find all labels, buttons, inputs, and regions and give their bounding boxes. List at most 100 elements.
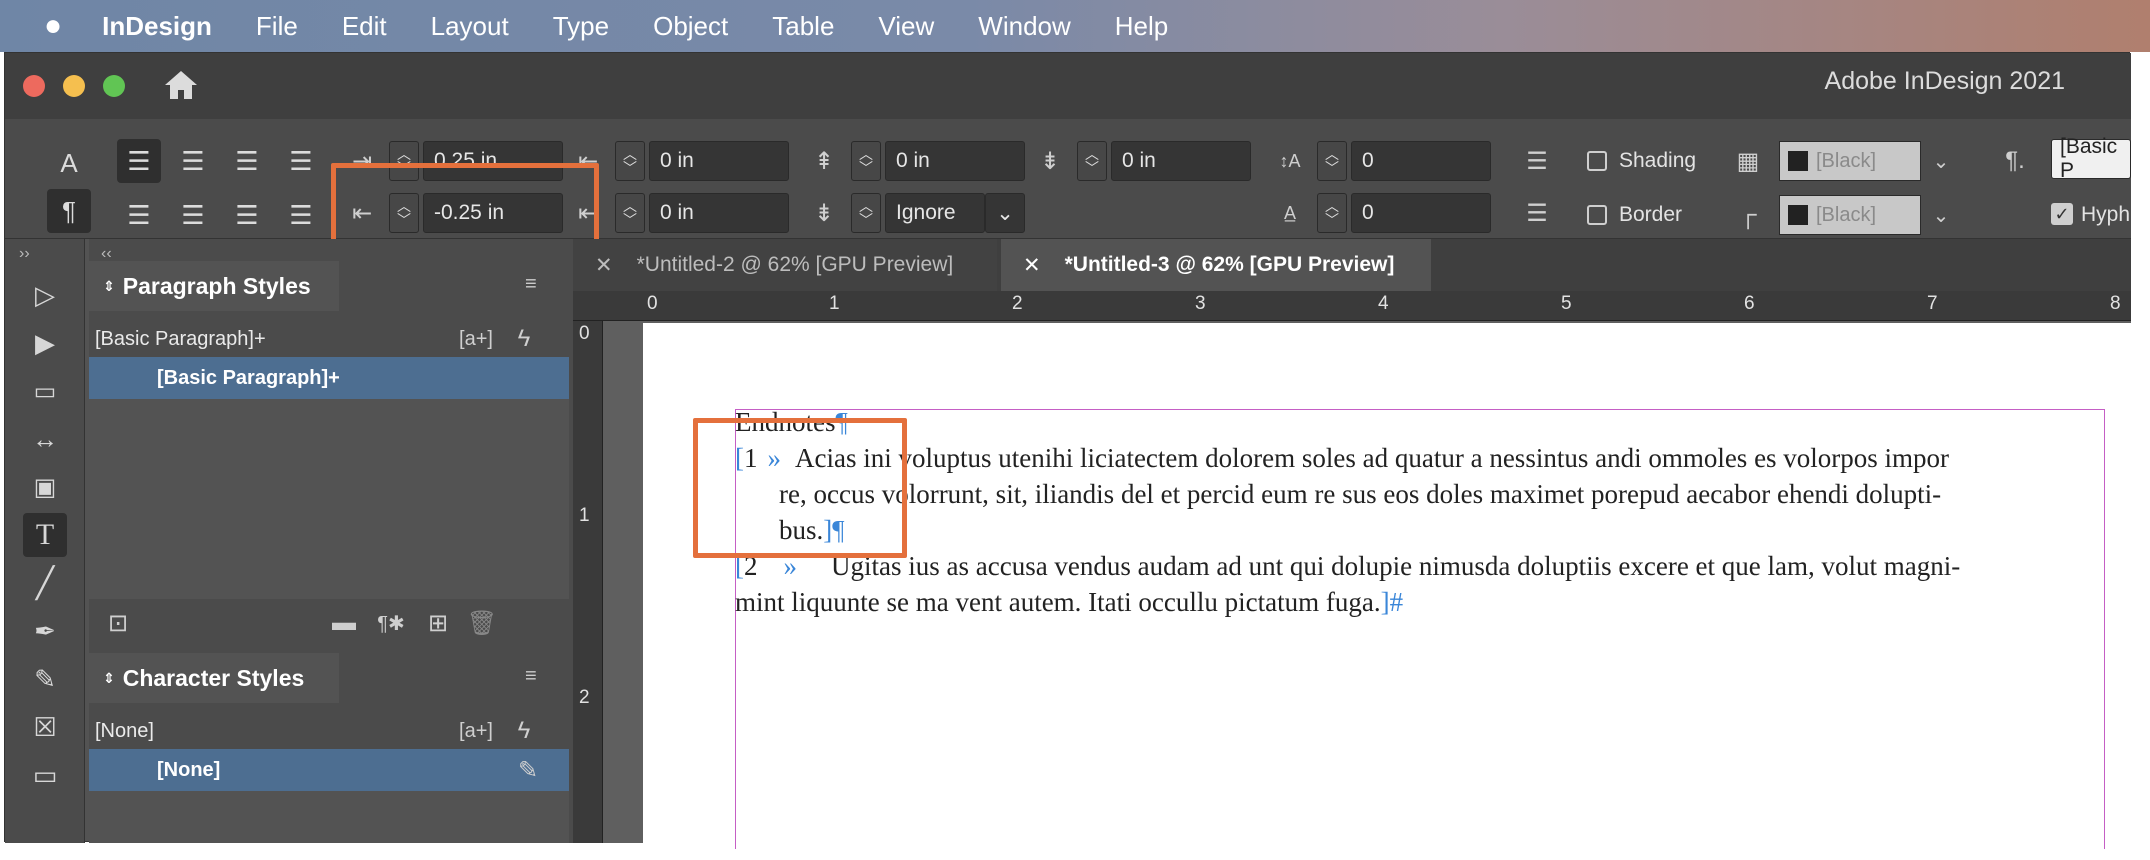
menu-view[interactable]: View bbox=[878, 11, 934, 42]
tab-untitled-2-label: *Untitled-2 @ 62% [GPU Preview] bbox=[636, 253, 954, 276]
menu-window[interactable]: Window bbox=[978, 11, 1070, 42]
menu-type[interactable]: Type bbox=[553, 11, 609, 42]
justify-all-icon[interactable]: ☰ bbox=[225, 193, 269, 237]
menu-table[interactable]: Table bbox=[772, 11, 834, 42]
page-tool-icon[interactable]: ▭ bbox=[23, 369, 67, 413]
justify-center-icon[interactable]: ☰ bbox=[171, 193, 215, 237]
tools-panel: ›› ▷ ▶ ▭ ↔ ▣ T ╱ ✒ ✎ ☒ ▭ bbox=[5, 239, 85, 843]
text-frame[interactable] bbox=[735, 409, 2105, 849]
character-styles-tab[interactable]: ⇕ Character Styles bbox=[89, 653, 339, 703]
space-after-stepper[interactable]: ︿ ﹀ bbox=[1077, 141, 1107, 181]
border-chevron-down-icon[interactable]: ⌄ bbox=[1921, 195, 1961, 235]
current-paragraph-style: [Basic Paragraph]+ bbox=[95, 327, 266, 350]
drop-cap-chars-stepper[interactable]: ︿ ﹀ bbox=[1317, 193, 1347, 233]
pen-tool-icon[interactable]: ✒ bbox=[23, 609, 67, 653]
chevron-down-icon[interactable]: ⌄ bbox=[985, 193, 1025, 233]
space-after-field[interactable]: 0 in bbox=[1111, 141, 1251, 181]
create-style-icon[interactable]: [a+] bbox=[459, 319, 493, 359]
direct-selection-tool-icon[interactable]: ▶ bbox=[23, 321, 67, 365]
endnote-1-line-1[interactable]: [1» Acias ini voluptus utenihi liciatecte… bbox=[735, 443, 1949, 474]
clear-overrides-icon[interactable]: ¶✱ bbox=[371, 605, 411, 641]
shading-color-select[interactable]: [Black] bbox=[1779, 141, 1921, 181]
align-center-icon[interactable]: ☰ bbox=[171, 139, 215, 183]
paragraph-formatting-icon[interactable]: ¶ bbox=[47, 189, 91, 233]
right-indent-stepper[interactable]: ︿ ﹀ bbox=[615, 141, 645, 181]
shading-chevron-down-icon[interactable]: ⌄ bbox=[1921, 141, 1961, 181]
menu-help[interactable]: Help bbox=[1115, 11, 1168, 42]
delete-style-icon[interactable]: 🗑 bbox=[467, 605, 497, 641]
menu-object[interactable]: Object bbox=[653, 11, 728, 42]
line-tool-icon[interactable]: ╱ bbox=[23, 561, 67, 605]
bulleted-list-icon[interactable]: ☰ bbox=[1517, 141, 1557, 181]
zoom-window-button[interactable] bbox=[103, 75, 125, 97]
align-towards-spine-icon[interactable]: ☰ bbox=[279, 139, 323, 183]
char-create-style-icon[interactable]: [a+] bbox=[459, 711, 493, 751]
selection-tool-icon[interactable]: ▷ bbox=[23, 273, 67, 317]
paragraph-style-item[interactable]: [Basic Paragraph]+ bbox=[89, 357, 569, 399]
close-active-tab-icon[interactable]: ✕ bbox=[1023, 253, 1041, 278]
tab-untitled-2[interactable]: ✕ *Untitled-2 @ 62% [GPU Preview] bbox=[573, 239, 997, 291]
close-tab-icon[interactable]: ✕ bbox=[595, 253, 613, 278]
gap-tool-icon[interactable]: ↔ bbox=[23, 417, 67, 461]
rectangle-tool-icon[interactable]: ▭ bbox=[23, 753, 67, 797]
align-away-from-spine-icon[interactable]: ☰ bbox=[279, 193, 323, 237]
drop-cap-lines-stepper[interactable]: ︿ ﹀ bbox=[1317, 141, 1347, 181]
character-style-item[interactable]: [None] bbox=[89, 749, 569, 791]
endnote-2-line-2[interactable]: mint liquunte se ma vent autem. Itati oc… bbox=[735, 587, 1403, 618]
shading-grid-icon[interactable]: ▦ bbox=[1731, 141, 1765, 181]
tab-untitled-3[interactable]: ✕ *Untitled-3 @ 62% [GPU Preview] bbox=[1001, 239, 1431, 291]
justify-left-icon[interactable]: ☰ bbox=[117, 193, 161, 237]
collapse-expand-icon[interactable]: ›› bbox=[19, 245, 30, 263]
menu-app-name[interactable]: InDesign bbox=[102, 11, 212, 42]
ruler-mark: 2 bbox=[1012, 293, 1023, 314]
align-right-icon[interactable]: ☰ bbox=[225, 139, 269, 183]
content-collector-icon[interactable]: ▣ bbox=[23, 465, 67, 509]
align-to-grid-select[interactable]: Ignore bbox=[885, 193, 985, 233]
panel-menu-icon[interactable]: ≡ bbox=[525, 273, 537, 296]
document-canvas[interactable]: Endnotes¶ [1» Acias ini voluptus utenihi … bbox=[603, 321, 2131, 849]
endnote-2-line-1[interactable]: [2» Ugitas ius as accusa vendus audam ad … bbox=[735, 551, 1960, 582]
apple-logo-icon[interactable]: ● bbox=[44, 9, 62, 43]
document-page[interactable]: Endnotes¶ [1» Acias ini voluptus utenihi … bbox=[643, 323, 2131, 849]
last-line-right-indent-stepper[interactable]: ︿ ﹀ bbox=[615, 193, 645, 233]
shading-checkbox[interactable] bbox=[1587, 151, 1607, 171]
app-window: Adobe InDesign 2021 A ¶ ☰ ☰ ☰ ☰ ☰ ☰ ☰ ☰ … bbox=[4, 52, 2131, 849]
border-color-select[interactable]: [Black] bbox=[1779, 195, 1921, 235]
rectangle-frame-tool-icon[interactable]: ☒ bbox=[23, 705, 67, 749]
align-to-grid-stepper[interactable]: ︿ ﹀ bbox=[851, 193, 881, 233]
space-before-stepper[interactable]: ︿ ﹀ bbox=[851, 141, 881, 181]
last-line-right-indent-field[interactable]: 0 in bbox=[649, 193, 789, 233]
menu-edit[interactable]: Edit bbox=[342, 11, 387, 42]
border-label: Border bbox=[1619, 203, 1683, 226]
lightning-icon[interactable]: ϟ bbox=[509, 319, 539, 359]
numbered-list-icon[interactable]: ☰ bbox=[1517, 193, 1557, 233]
char-panel-menu-icon[interactable]: ≡ bbox=[525, 665, 537, 688]
new-style-icon[interactable]: ⊞ bbox=[423, 605, 453, 641]
document-tabs: ✕ *Untitled-2 @ 62% [GPU Preview] ✕ *Unt… bbox=[573, 239, 2131, 291]
paragraph-styles-tab[interactable]: ⇕ Paragraph Styles bbox=[89, 261, 339, 311]
character-formatting-icon[interactable]: A bbox=[47, 141, 91, 185]
drop-cap-lines-field[interactable]: 0 bbox=[1351, 141, 1491, 181]
menu-file[interactable]: File bbox=[256, 11, 298, 42]
close-window-button[interactable] bbox=[23, 75, 45, 97]
border-checkbox[interactable] bbox=[1587, 205, 1607, 225]
space-before-field[interactable]: 0 in bbox=[885, 141, 1025, 181]
paragraph-style-select[interactable]: [Basic P bbox=[2051, 135, 2131, 182]
char-lightning-icon[interactable]: ϟ bbox=[509, 711, 539, 751]
right-indent-field[interactable]: 0 in bbox=[649, 141, 789, 181]
minimize-window-button[interactable] bbox=[63, 75, 85, 97]
hyphenate-checkbox[interactable]: ✓ bbox=[2051, 203, 2073, 225]
home-icon[interactable] bbox=[161, 65, 201, 105]
vertical-ruler: 0 1 2 bbox=[573, 321, 603, 843]
drop-cap-chars-field[interactable]: 0 bbox=[1351, 193, 1491, 233]
endnote-1-line-2[interactable]: re, occus volorrunt, sit, iliandis del e… bbox=[779, 479, 1941, 510]
type-tool-icon[interactable]: T bbox=[23, 513, 67, 557]
border-corner-icon[interactable]: ┌ bbox=[1731, 195, 1765, 235]
new-folder-icon[interactable]: ▬ bbox=[329, 605, 359, 641]
menu-layout[interactable]: Layout bbox=[431, 11, 509, 42]
pencil-tool-icon[interactable]: ✎ bbox=[23, 657, 67, 701]
shading-color-label: [Black] bbox=[1816, 149, 1877, 172]
load-styles-icon[interactable]: ⊡ bbox=[103, 605, 133, 641]
align-left-icon[interactable]: ☰ bbox=[117, 139, 161, 183]
control-panel: A ¶ ☰ ☰ ☰ ☰ ☰ ☰ ☰ ☰ ⇥ ︿ ﹀ 0.25 in ⇤ ︿ ﹀ -0… bbox=[5, 119, 2131, 239]
